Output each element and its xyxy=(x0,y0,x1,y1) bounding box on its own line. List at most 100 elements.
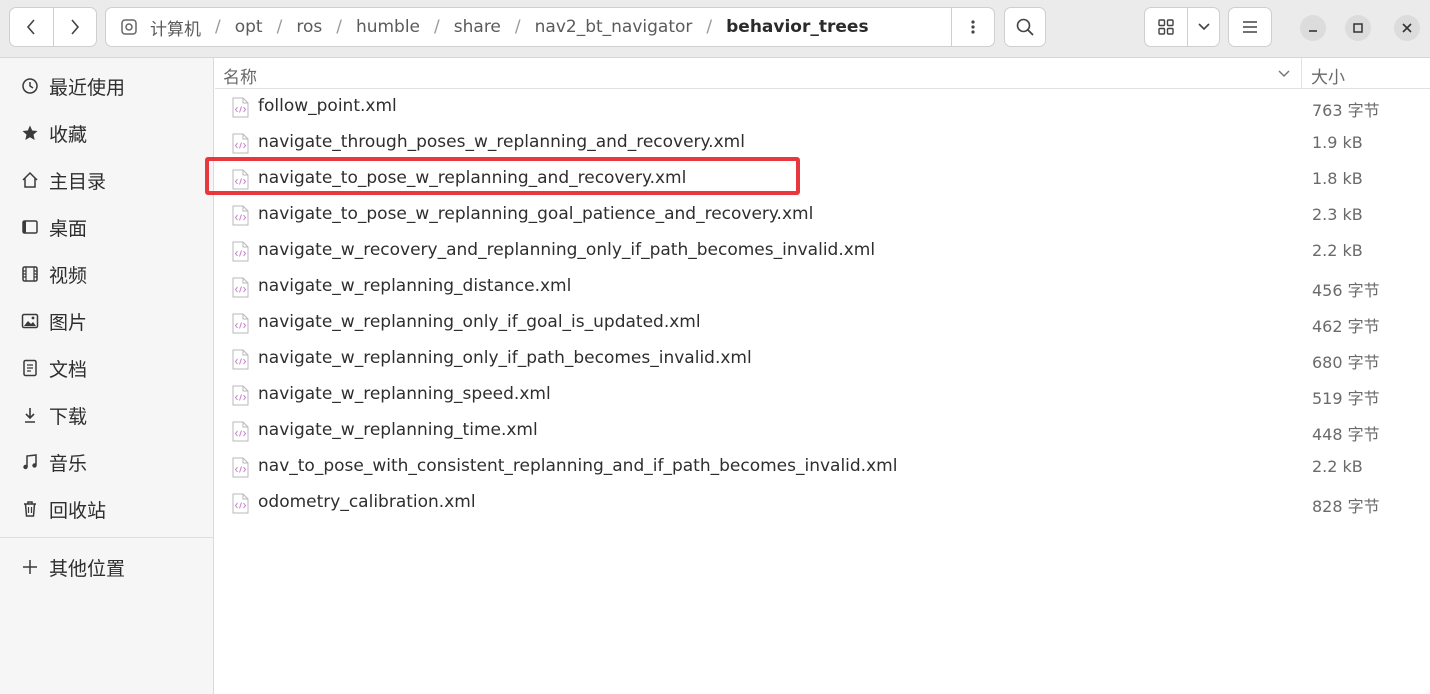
file-size: 680 字节 xyxy=(1312,353,1380,372)
file-row[interactable]: navigate_to_pose_w_replanning_goal_patie… xyxy=(215,197,1430,233)
view-options-button[interactable] xyxy=(1187,8,1219,46)
file-size: 456 字节 xyxy=(1312,281,1380,300)
path-menu-button[interactable] xyxy=(951,8,994,46)
breadcrumb: 计算机 / opt / ros / humble / share / nav2_… xyxy=(142,8,877,46)
sidebar-item-downloads[interactable]: 下载 xyxy=(0,393,213,437)
sidebar-item-label: 文档 xyxy=(49,358,88,381)
sidebar-item-label: 收藏 xyxy=(49,123,88,146)
path-bar[interactable]: 计算机 / opt / ros / humble / share / nav2_… xyxy=(105,7,995,47)
nav-buttons xyxy=(9,7,97,47)
recent-icon xyxy=(19,77,41,95)
sidebar-item-documents[interactable]: 文档 xyxy=(0,346,213,390)
file-row[interactable]: follow_point.xml 763 字节 xyxy=(215,89,1430,125)
file-size: 462 字节 xyxy=(1312,317,1380,336)
sidebar-item-label: 桌面 xyxy=(49,217,88,240)
sidebar-item-label: 回收站 xyxy=(49,499,107,522)
kebab-menu-icon xyxy=(971,20,975,34)
file-name: navigate_through_poses_w_replanning_and_… xyxy=(258,132,745,152)
sidebar-item-label: 最近使用 xyxy=(49,76,126,99)
document-icon xyxy=(19,359,41,377)
view-toggle xyxy=(1144,7,1220,47)
breadcrumb-ros[interactable]: ros xyxy=(288,17,330,37)
xml-file-icon xyxy=(232,169,249,190)
file-row[interactable]: navigate_w_replanning_time.xml 448 字节 xyxy=(215,413,1430,449)
chevron-left-icon xyxy=(27,19,35,35)
file-row[interactable]: nav_to_pose_with_consistent_replanning_a… xyxy=(215,449,1430,485)
main-menu-button[interactable] xyxy=(1228,7,1272,47)
search-button[interactable] xyxy=(1004,7,1046,47)
minimize-icon xyxy=(1309,30,1317,32)
xml-file-icon xyxy=(232,205,249,226)
file-name: navigate_w_replanning_time.xml xyxy=(258,420,538,440)
sidebar-item-recent[interactable]: 最近使用 xyxy=(0,64,213,108)
file-size: 828 字节 xyxy=(1312,497,1380,516)
maximize-button[interactable] xyxy=(1345,15,1371,41)
sidebar-item-label: 图片 xyxy=(49,311,88,334)
sidebar-item-starred[interactable]: 收藏 xyxy=(0,111,213,155)
search-icon xyxy=(1016,18,1034,36)
sidebar-item-label: 下载 xyxy=(49,405,88,428)
file-row[interactable]: navigate_w_replanning_distance.xml 456 字… xyxy=(215,269,1430,305)
forward-button[interactable] xyxy=(52,8,97,46)
column-divider xyxy=(1301,58,1302,88)
close-icon xyxy=(1402,23,1412,33)
file-row[interactable]: navigate_w_replanning_speed.xml 519 字节 xyxy=(215,377,1430,413)
column-name-header[interactable]: 名称 xyxy=(223,63,257,88)
download-icon xyxy=(19,406,41,424)
breadcrumb-nav2-bt-navigator[interactable]: nav2_bt_navigator xyxy=(527,17,701,37)
plus-icon xyxy=(19,559,41,575)
breadcrumb-behavior-trees[interactable]: behavior_trees xyxy=(718,17,876,37)
close-button[interactable] xyxy=(1394,15,1420,41)
header-bar: 计算机 / opt / ros / humble / share / nav2_… xyxy=(0,0,1430,58)
sidebar-item-videos[interactable]: 视频 xyxy=(0,252,213,296)
music-icon xyxy=(19,453,41,471)
sidebar-divider xyxy=(0,537,213,538)
file-name: navigate_w_replanning_only_if_goal_is_up… xyxy=(258,312,701,332)
file-row[interactable]: navigate_through_poses_w_replanning_and_… xyxy=(215,125,1430,161)
file-row[interactable]: navigate_w_replanning_only_if_goal_is_up… xyxy=(215,305,1430,341)
sidebar-item-trash[interactable]: 回收站 xyxy=(0,487,213,531)
sidebar-item-label: 主目录 xyxy=(49,170,107,193)
xml-file-icon xyxy=(232,457,249,478)
breadcrumb-separator: / xyxy=(336,17,342,37)
back-button[interactable] xyxy=(10,8,53,46)
file-name: navigate_w_replanning_distance.xml xyxy=(258,276,572,296)
breadcrumb-opt[interactable]: opt xyxy=(227,17,271,37)
home-icon xyxy=(19,171,41,189)
sidebar-item-label: 其他位置 xyxy=(49,557,126,580)
breadcrumb-separator: / xyxy=(215,17,221,37)
minimize-button[interactable] xyxy=(1300,15,1326,41)
file-name: navigate_to_pose_w_replanning_and_recove… xyxy=(258,168,687,188)
breadcrumb-separator: / xyxy=(514,17,521,37)
breadcrumb-computer[interactable]: 计算机 xyxy=(142,15,209,40)
sidebar-item-other-locations[interactable]: 其他位置 xyxy=(0,545,213,589)
breadcrumb-separator: / xyxy=(706,17,713,37)
file-row[interactable]: navigate_w_replanning_only_if_path_becom… xyxy=(215,341,1430,377)
xml-file-icon xyxy=(232,133,249,154)
hamburger-icon xyxy=(1243,21,1257,33)
maximize-icon xyxy=(1353,23,1363,33)
file-size: 2.3 kB xyxy=(1312,205,1363,224)
sidebar-item-pictures[interactable]: 图片 xyxy=(0,299,213,343)
sidebar-item-desktop[interactable]: 桌面 xyxy=(0,205,213,249)
file-row[interactable]: odometry_calibration.xml 828 字节 xyxy=(215,485,1430,521)
sidebar-item-label: 视频 xyxy=(49,264,88,287)
sidebar: 最近使用 收藏 主目录 桌面 视频 图片 文档 下载 音乐 回收站 其他位置 xyxy=(0,58,214,694)
sidebar-item-music[interactable]: 音乐 xyxy=(0,440,213,484)
sidebar-item-home[interactable]: 主目录 xyxy=(0,158,213,202)
grid-view-button[interactable] xyxy=(1145,8,1187,46)
xml-file-icon xyxy=(232,349,249,370)
file-size: 1.8 kB xyxy=(1312,169,1363,188)
file-row[interactable]: navigate_w_recovery_and_replanning_only_… xyxy=(215,233,1430,269)
sort-chevron-down-icon[interactable] xyxy=(1277,64,1291,83)
sidebar-item-label: 音乐 xyxy=(49,452,88,475)
column-size-header[interactable]: 大小 xyxy=(1311,63,1345,88)
file-size: 448 字节 xyxy=(1312,425,1380,444)
file-name: navigate_w_recovery_and_replanning_only_… xyxy=(258,240,876,260)
file-row[interactable]: navigate_to_pose_w_replanning_and_recove… xyxy=(215,161,1430,197)
breadcrumb-humble[interactable]: humble xyxy=(348,17,428,37)
column-header: 名称 大小 xyxy=(215,58,1430,89)
xml-file-icon xyxy=(232,493,249,514)
file-size: 763 字节 xyxy=(1312,101,1380,120)
breadcrumb-share[interactable]: share xyxy=(446,17,509,37)
